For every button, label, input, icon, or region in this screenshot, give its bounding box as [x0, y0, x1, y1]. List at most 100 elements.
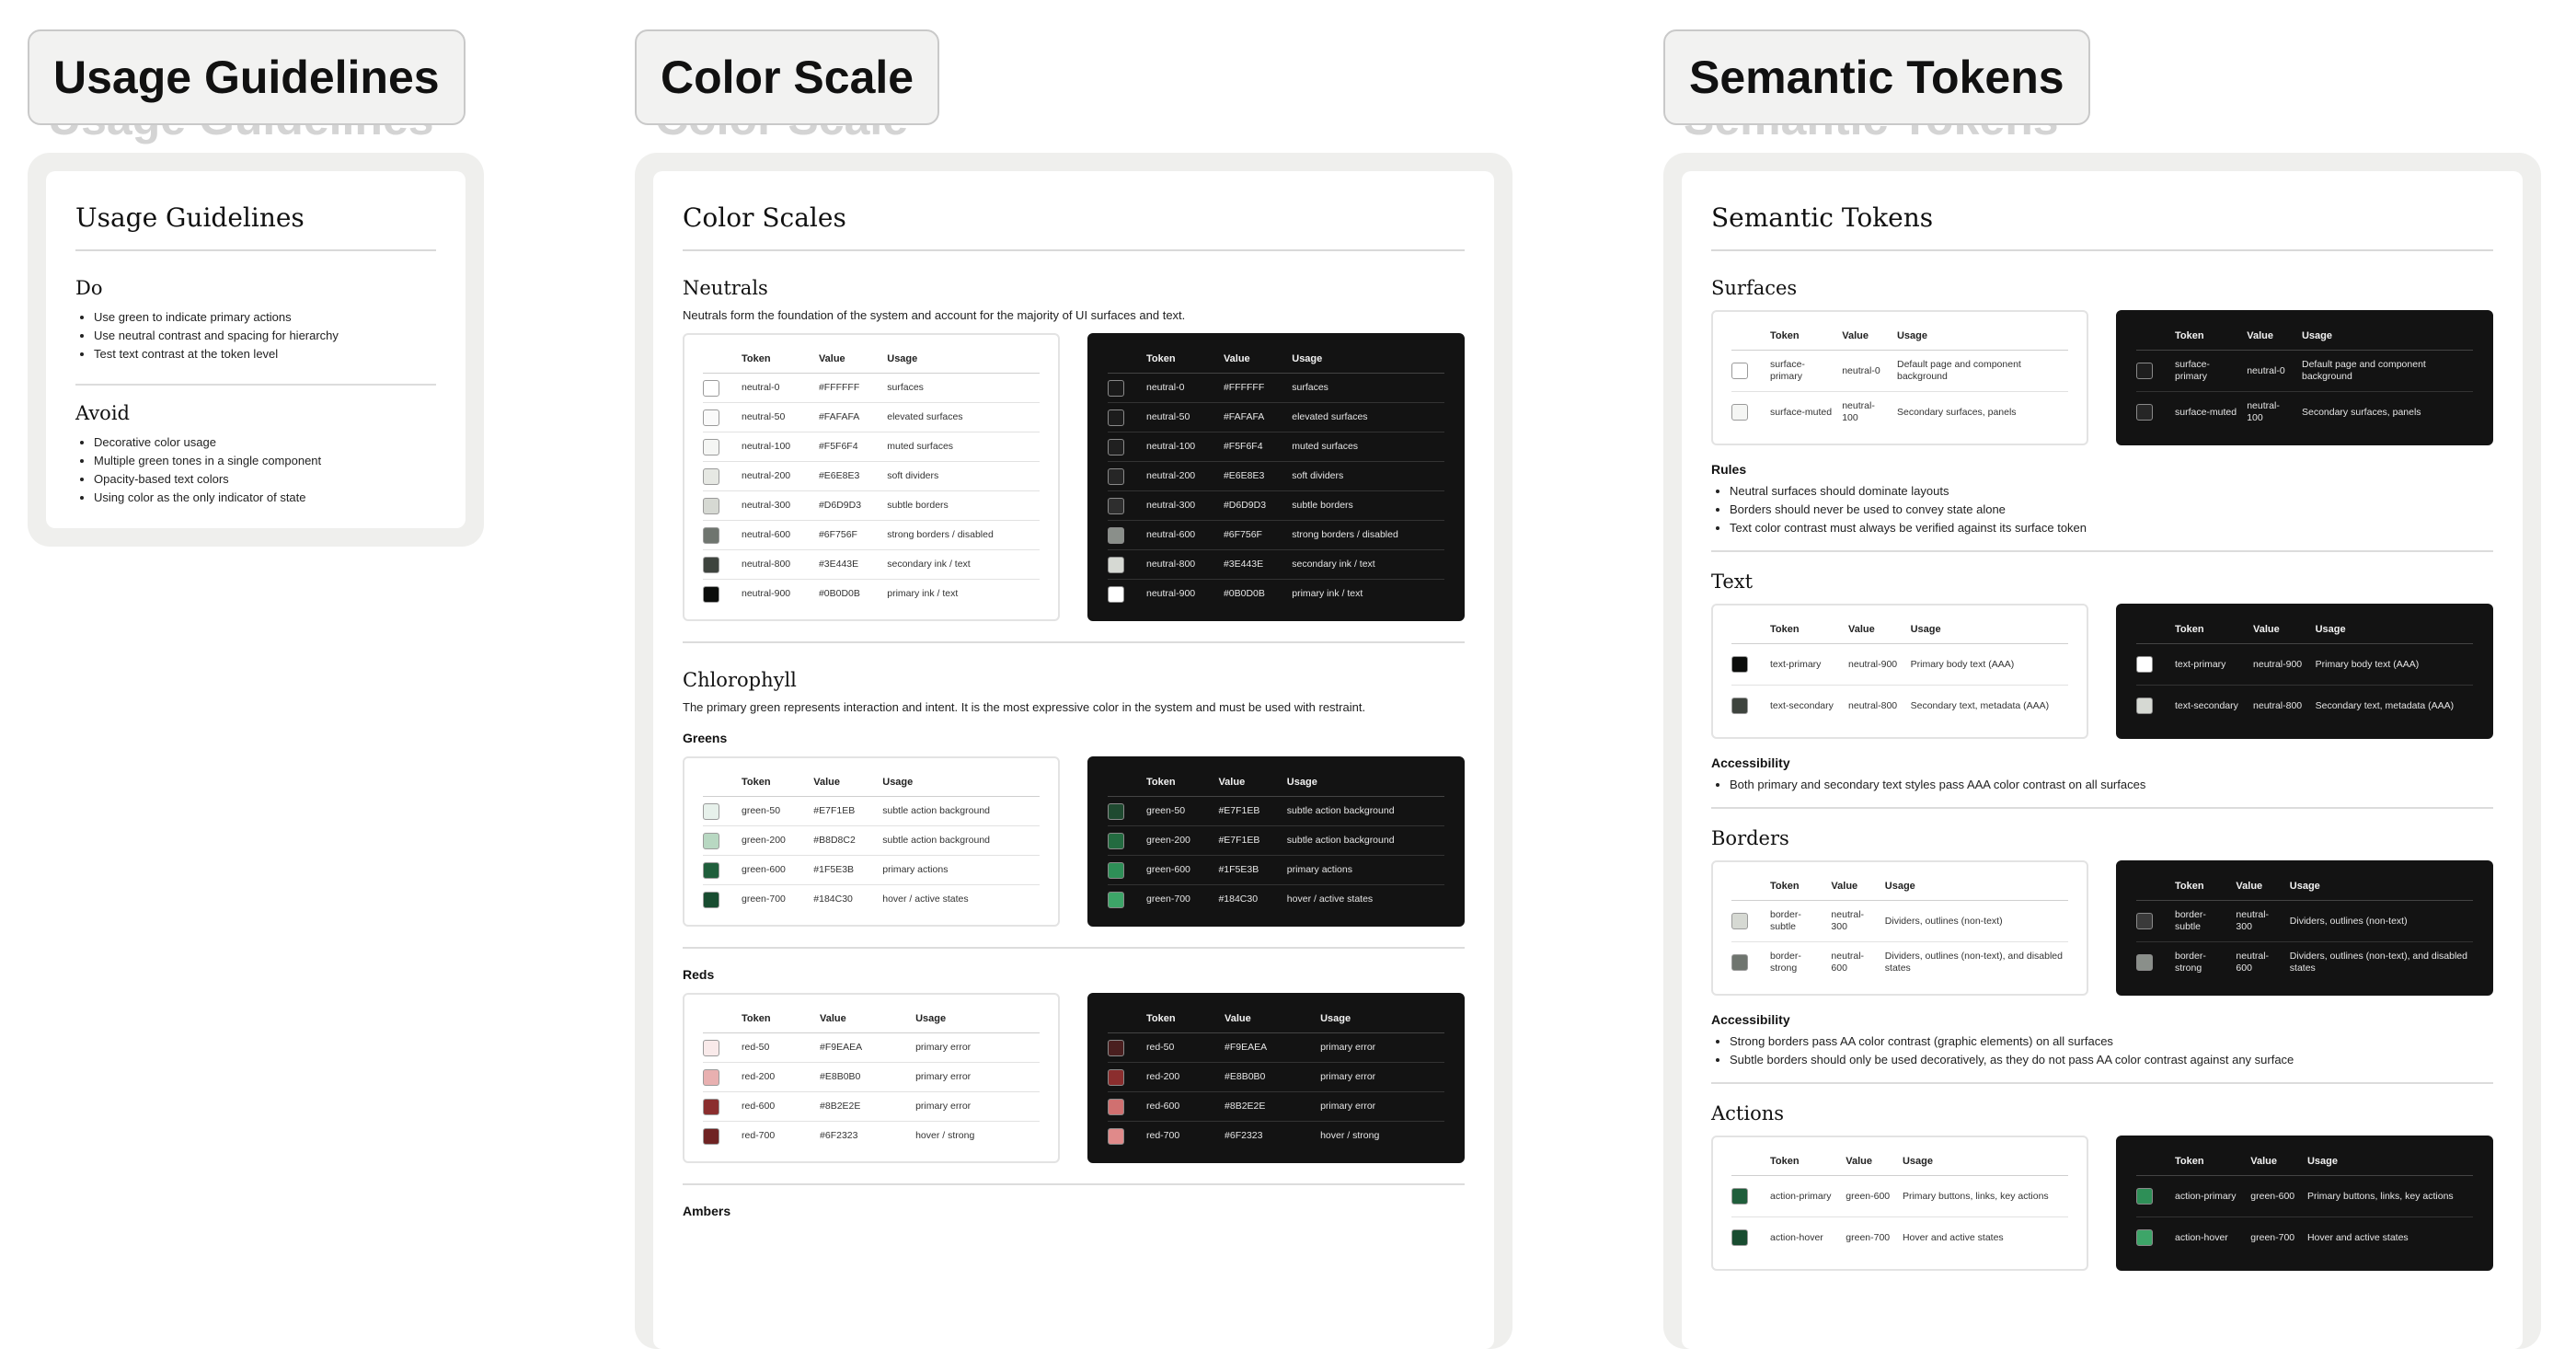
- column-header-usage: Usage: [2297, 325, 2473, 351]
- column-header-token: Token: [1766, 875, 1828, 901]
- cell-value: green-600: [1842, 1175, 1899, 1217]
- cell-usage: secondary ink / text: [883, 549, 1040, 580]
- cell-usage: Primary buttons, links, key actions: [1898, 1175, 2068, 1217]
- table-row: action-hover green-700 Hover and active st…: [2136, 1217, 2473, 1259]
- cell-usage: primary actions: [879, 855, 1040, 885]
- table-row: green-600 #1F5E3B primary actions: [1108, 855, 1444, 885]
- cell-value: #F9EAEA: [816, 1032, 913, 1063]
- swatch-cell: [2136, 942, 2171, 984]
- swatch-cell: [703, 490, 738, 521]
- cell-value: #184C30: [813, 894, 853, 905]
- cell-value: #1F5E3B: [810, 855, 880, 885]
- accessibility-heading: Accessibility: [1711, 755, 1790, 770]
- cell-value: #FAFAFA: [1219, 402, 1289, 432]
- cell-value: #E8B0B0: [816, 1062, 913, 1092]
- column-header-token: Token: [2171, 1150, 2248, 1176]
- cell-token: green-700: [742, 894, 786, 905]
- color-swatch: [703, 438, 719, 455]
- table-body: action-primary green-600 Primary buttons, …: [1731, 1175, 2068, 1259]
- column-header-token: Token: [738, 1008, 817, 1033]
- column-header-token: Token: [738, 348, 815, 374]
- list-item: Use neutral contrast and spacing for hie…: [94, 327, 436, 345]
- swatch-cell: [1108, 432, 1143, 462]
- actions-tables: Token Value Usage action-primary green-60…: [1711, 1136, 2493, 1271]
- table-body: green-50 #E7F1EB subtle action background g…: [703, 796, 1040, 915]
- color-swatch: [703, 556, 719, 573]
- swatch-header: [2136, 875, 2171, 901]
- cell-usage: muted surfaces: [883, 432, 1040, 462]
- text-accessibility: Accessibility Both primary and secondary…: [1711, 755, 2493, 794]
- text-table-dark: Token Value Usage text-primary neutral-90…: [2116, 604, 2493, 739]
- swatch-cell: [2136, 1217, 2171, 1259]
- table-body: red-50 #F9EAEA primary error red-200 #E8B0B0…: [1108, 1032, 1444, 1151]
- neutrals-heading: Neutrals: [683, 277, 768, 299]
- swatch-header: [1108, 348, 1143, 374]
- frame-label-usage[interactable]: Usage Guidelines: [28, 29, 466, 125]
- list-item: Text color contrast must always be verif…: [1730, 519, 2493, 537]
- table-row: neutral-100 #F5F6F4 muted surfaces: [703, 432, 1040, 462]
- cell-usage: Secondary surfaces, panels: [1896, 406, 2017, 418]
- table-row: neutral-200 #E6E8E3 soft dividers: [703, 461, 1040, 491]
- color-swatch: [1731, 656, 1748, 673]
- text-heading: Text: [1711, 571, 1754, 593]
- neutrals-table-dark: Token Value Usage neutral-0 #FFFFFF surfac…: [1087, 333, 1465, 621]
- cell-usage: subtle borders: [883, 490, 1040, 521]
- swatch-cell: [1108, 490, 1143, 521]
- swatch-header: [1731, 875, 1766, 901]
- cell-token: neutral-900: [1146, 588, 1196, 599]
- cell-value: neutral-300: [2232, 900, 2286, 942]
- color-swatch: [1108, 379, 1124, 397]
- column-header-value: Value: [1827, 875, 1881, 901]
- color-document: Color Scales Neutrals Neutrals form the …: [653, 171, 1494, 1349]
- usage-document: Usage Guidelines Do Use green to indicat…: [46, 171, 466, 528]
- color-title: Color Scales: [683, 202, 1465, 251]
- cell-token: border-strong: [1770, 951, 1801, 974]
- cell-usage: subtle action background: [879, 796, 1040, 826]
- table-row: neutral-200 #E6E8E3 soft dividers: [1108, 461, 1444, 491]
- cell-usage: Secondary surfaces, panels: [2301, 406, 2421, 418]
- cell-usage: elevated surfaces: [1288, 402, 1444, 432]
- color-swatch: [1108, 891, 1124, 908]
- cell-usage: hover / active states: [882, 894, 969, 905]
- table-row: red-50 #F9EAEA primary error: [703, 1032, 1040, 1063]
- color-swatch: [1108, 438, 1124, 455]
- text-table-light: Token Value Usage text-primary neutral-90…: [1711, 604, 2088, 739]
- swatch-header: [1108, 771, 1143, 797]
- color-swatch: [703, 585, 719, 603]
- cell-token: green-700: [1146, 894, 1190, 905]
- color-swatch: [1108, 556, 1124, 573]
- cell-usage: strong borders / disabled: [1288, 520, 1444, 550]
- list-item: Strong borders pass AA color contrast (g…: [1730, 1032, 2493, 1051]
- color-swatch: [2136, 698, 2153, 714]
- cell-value: #D6D9D3: [814, 490, 884, 521]
- table-row: green-50 #E7F1EB subtle action background: [703, 796, 1040, 826]
- cell-value: #3E443E: [1219, 549, 1289, 580]
- borders-tables: Token Value Usage border-subtle neutral-3…: [1711, 860, 2493, 996]
- swatch-cell: [1731, 1175, 1766, 1217]
- color-swatch: [1108, 1127, 1124, 1145]
- swatch-cell: [703, 432, 738, 462]
- swatch-cell: [2136, 392, 2171, 433]
- greens-tables: Token Value Usage green-50 #E7F1EB subtle …: [683, 756, 1465, 927]
- table-row: red-600 #8B2E2E primary error: [1108, 1091, 1444, 1122]
- color-swatch: [1108, 497, 1124, 514]
- frame-label-semantic-tokens[interactable]: Semantic Tokens: [1663, 29, 2090, 125]
- column-header-value: Value: [2232, 875, 2286, 901]
- cell-value: neutral-800: [2253, 699, 2303, 711]
- cell-token: surface-primary: [1766, 350, 1839, 392]
- frame-label-color-scale[interactable]: Color Scale: [635, 29, 940, 125]
- text-tables: Token Value Usage text-primary neutral-90…: [1711, 604, 2493, 739]
- table-row: neutral-100 #F5F6F4 muted surfaces: [1108, 432, 1444, 462]
- column-header-usage: Usage: [912, 1008, 1040, 1033]
- swatch-cell: [703, 402, 738, 432]
- cell-token: neutral-800: [738, 549, 815, 580]
- column-header-value: Value: [1845, 618, 1907, 644]
- greens-table-dark: Token Value Usage green-50 #E7F1EB subtle …: [1087, 756, 1465, 927]
- cell-value: #B8D8C2: [810, 825, 880, 856]
- greens-heading: Greens: [683, 731, 728, 745]
- surfaces-table-light: Token Value Usage surface-primary neutral…: [1711, 310, 2088, 445]
- table-row: border-strong neutral-600 Dividers, outlin…: [2136, 942, 2473, 984]
- cell-value: green-700: [1846, 1231, 1891, 1243]
- color-swatch: [1108, 1068, 1124, 1086]
- column-header-value: Value: [1214, 771, 1283, 797]
